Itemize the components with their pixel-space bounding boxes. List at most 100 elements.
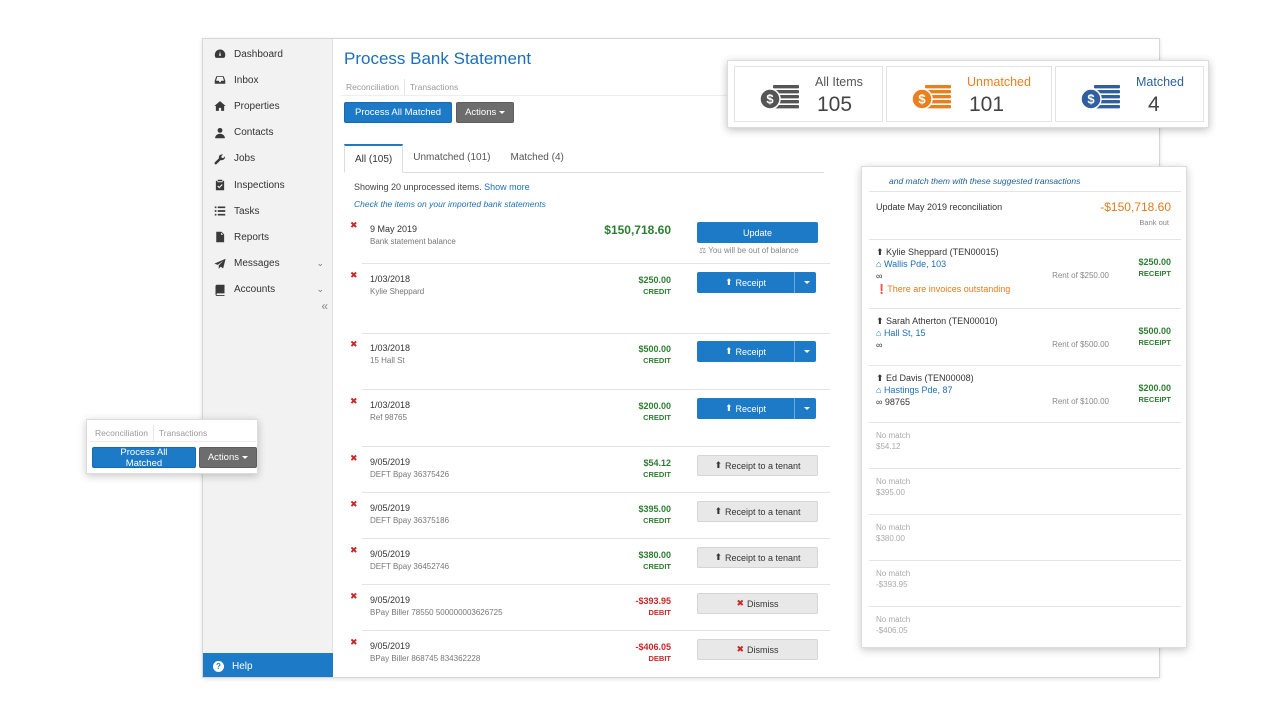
- property-address-text: Hastings Pde, 87: [883, 385, 953, 395]
- stat-card-unmatched[interactable]: $ Unmatched 101: [886, 66, 1052, 122]
- sidebar-item-label: Inspections: [234, 179, 285, 191]
- suggested-match-row[interactable]: ⬆ Ed Davis (TEN00008) ⌂ Hastings Pde, 87 ∞…: [869, 366, 1181, 423]
- chevron-down-icon[interactable]: ⌄: [316, 258, 324, 269]
- row-amount: -$393.95: [635, 596, 671, 606]
- receipt-button[interactable]: ⬆ Receipt: [697, 272, 794, 293]
- receipt-dropdown-button[interactable]: [794, 398, 816, 419]
- suggest-update-row[interactable]: Update May 2019 reconciliation -$150,718.…: [869, 192, 1181, 240]
- sidebar-item-dashboard[interactable]: Dashboard: [203, 41, 332, 67]
- out-of-balance-note: ⚖ You will be out of balance: [697, 246, 818, 255]
- balance-date: 9 May 2019: [370, 224, 418, 234]
- subtab-transactions[interactable]: Transactions: [405, 79, 463, 95]
- sidebar-item-tasks[interactable]: Tasks: [203, 198, 332, 224]
- stage: Dashboard Inbox Properties Contacts Jobs Insp…: [0, 0, 1280, 720]
- receipt-to-tenant-button[interactable]: ⬆ Receipt to a tenant: [697, 501, 818, 522]
- match-type-badge: RECEIPT: [1138, 269, 1171, 278]
- subtabs: Reconciliation Transactions: [341, 79, 741, 96]
- dismiss-button[interactable]: ✖ Dismiss: [697, 639, 818, 660]
- arrow-up-icon: ⬆: [714, 552, 722, 562]
- floating-toolbar-panel: Reconciliation Transactions Process All …: [86, 419, 258, 474]
- remove-icon[interactable]: ✖: [350, 499, 358, 510]
- sidebar-item-properties[interactable]: Properties: [203, 93, 332, 119]
- suggestions-list: Update May 2019 reconciliation -$150,718.…: [869, 191, 1181, 647]
- home-icon: [213, 100, 226, 113]
- process-all-matched-button[interactable]: Process All Matched: [344, 102, 453, 123]
- stat-value: 105: [817, 93, 853, 116]
- statement-row: ✖ 9/05/2019 DEFT Bpay 36375186 $395.00 CREDI…: [346, 499, 831, 539]
- sidebar-item-label: Messages: [234, 258, 280, 270]
- floating-actions-button[interactable]: Actions: [198, 447, 257, 468]
- receipt-to-tenant-button[interactable]: ⬆ Receipt to a tenant: [697, 455, 818, 476]
- tab-all[interactable]: All (105): [344, 144, 404, 173]
- collapse-sidebar-icon[interactable]: «: [321, 299, 328, 313]
- sidebar-item-inbox[interactable]: Inbox: [203, 67, 332, 93]
- remove-icon[interactable]: ✖: [350, 637, 358, 648]
- no-match-label: No match: [876, 523, 911, 532]
- row-divider: [362, 333, 830, 334]
- no-match-amount: $380.00: [876, 534, 905, 543]
- dismiss-button[interactable]: ✖ Dismiss: [697, 593, 818, 614]
- no-match-text: No match $395.00: [876, 476, 910, 498]
- sidebar-item-messages[interactable]: Messages ⌄: [203, 251, 332, 277]
- remove-icon[interactable]: ✖: [350, 591, 358, 602]
- remove-icon[interactable]: ✖: [350, 545, 358, 556]
- show-more-link[interactable]: Show more: [484, 182, 530, 192]
- no-match-text: No match -$393.95: [876, 568, 910, 590]
- remove-icon[interactable]: ✖: [350, 270, 358, 281]
- sidebar-item-contacts[interactable]: Contacts: [203, 120, 332, 146]
- row-date: 1/03/2018: [370, 400, 411, 410]
- stat-label: All Items: [815, 75, 863, 89]
- receipt-button[interactable]: ⬆ Receipt: [697, 398, 794, 419]
- stat-value: 101: [969, 93, 1005, 116]
- coin-stack-icon: $: [1080, 81, 1122, 113]
- statement-row: ✖ 1/03/2018 Kylie Sheppard $250.00 CREDIT ⬆ Re…: [346, 270, 831, 334]
- sidebar-item-jobs[interactable]: Jobs: [203, 146, 332, 172]
- suggested-match-row[interactable]: ⬆ Sarah Atherton (TEN00010) ⌂ Hall St, 15…: [869, 309, 1181, 366]
- showing-count: Showing 20 unprocessed items.: [354, 182, 482, 192]
- row-description: DEFT Bpay 36375426: [370, 470, 450, 479]
- sidebar-item-inspections[interactable]: Inspections: [203, 172, 332, 198]
- tab-unmatched[interactable]: Unmatched (101): [403, 144, 500, 172]
- tab-matched[interactable]: Matched (4): [501, 144, 574, 172]
- stat-card-all-items[interactable]: $ All Items 105: [734, 66, 883, 122]
- receipt-dropdown-button[interactable]: [794, 272, 816, 293]
- receipt-button[interactable]: ⬆ Receipt: [697, 341, 794, 362]
- stat-card-matched[interactable]: $ Matched 4: [1055, 66, 1204, 122]
- sidebar-item-reports[interactable]: Reports: [203, 224, 332, 250]
- page-title: Process Bank Statement: [344, 49, 532, 68]
- reference-text: 98765: [884, 397, 910, 407]
- chevron-down-icon[interactable]: ⌄: [316, 284, 324, 295]
- update-button[interactable]: Update: [697, 222, 818, 243]
- remove-icon[interactable]: ✖: [350, 453, 358, 464]
- no-match-amount: -$406.05: [876, 626, 908, 635]
- balance-row: ✖ 9 May 2019 Bank statement balance $150,71…: [346, 220, 831, 264]
- help-button[interactable]: ? Help: [203, 653, 333, 677]
- tenant-name: ⬆ Sarah Atherton (TEN00010): [876, 316, 998, 327]
- actions-button[interactable]: Actions: [456, 102, 515, 123]
- tenant-name-text: Sarah Atherton (TEN00010): [886, 316, 998, 326]
- remove-icon[interactable]: ✖: [350, 220, 358, 231]
- floating-subtab-transactions[interactable]: Transactions: [154, 425, 212, 441]
- remove-icon[interactable]: ✖: [350, 396, 358, 407]
- row-amount: $250.00: [638, 275, 671, 285]
- property-address-link[interactable]: ⌂ Wallis Pde, 103: [876, 259, 946, 269]
- receipt-dropdown-button[interactable]: [794, 341, 816, 362]
- row-type-badge: CREDIT: [643, 516, 671, 525]
- floating-subtab-reconciliation[interactable]: Reconciliation: [90, 425, 154, 441]
- floating-process-all-matched-button[interactable]: Process All Matched: [92, 447, 196, 469]
- arrow-up-icon: ⬆: [714, 460, 722, 470]
- suggested-match-row[interactable]: ⬆ Kylie Sheppard (TEN00015) ⌂ Wallis Pde,…: [869, 240, 1181, 309]
- sidebar-item-accounts[interactable]: Accounts ⌄: [203, 277, 332, 303]
- row-actions: ⬆ Receipt: [697, 272, 816, 293]
- receipt-to-tenant-button[interactable]: ⬆ Receipt to a tenant: [697, 547, 818, 568]
- row-actions: ⬆ Receipt to a tenant: [697, 547, 818, 568]
- match-amount: $500.00: [1138, 326, 1171, 336]
- property-address-text: Hall St, 15: [883, 328, 926, 338]
- row-date: 9/05/2019: [370, 595, 411, 605]
- subtab-reconciliation[interactable]: Reconciliation: [341, 79, 405, 95]
- remove-icon[interactable]: ✖: [350, 339, 358, 350]
- row-actions: ⬆ Receipt: [697, 341, 816, 362]
- property-address-link[interactable]: ⌂ Hall St, 15: [876, 328, 925, 338]
- property-address-link[interactable]: ⌂ Hastings Pde, 87: [876, 385, 952, 395]
- row-divider: [362, 630, 830, 631]
